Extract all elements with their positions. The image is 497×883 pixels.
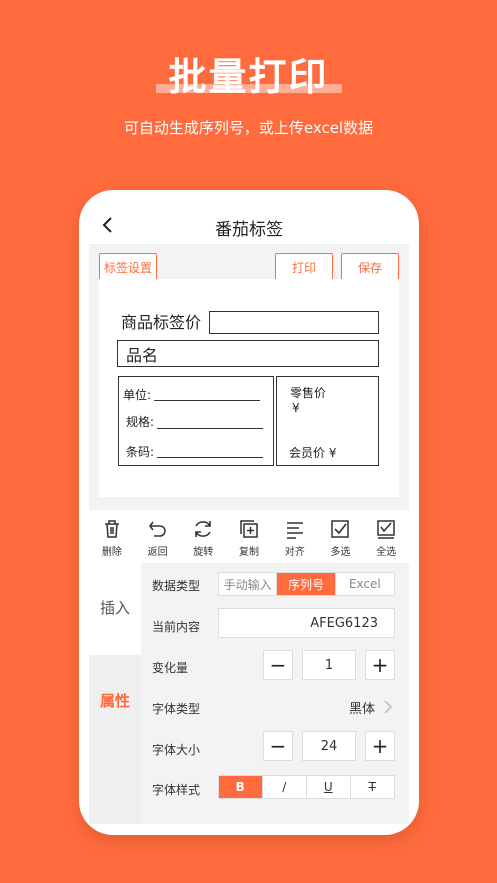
spec-line — [157, 428, 263, 429]
data-type-excel[interactable]: Excel — [336, 573, 394, 595]
data-type-label: 数据类型 — [152, 579, 201, 593]
price-title-text[interactable]: 商品标签价 — [121, 309, 201, 333]
font-size-label: 字体大小 — [152, 743, 201, 757]
undo-button[interactable]: 返回 — [135, 510, 181, 563]
font-style-bold[interactable]: B — [219, 776, 263, 798]
delete-label: 删除 — [101, 547, 122, 558]
print-button[interactable]: 打印 — [275, 253, 333, 281]
app-screen: 番茄标签 标签设置 打印 保存 商品标签价 品名 单位: 规格: 条码: 零售价… — [89, 206, 409, 824]
label-canvas[interactable]: 商品标签价 品名 单位: 规格: 条码: 零售价 ¥ 会员价 ¥ — [99, 279, 399, 497]
rotate-icon — [195, 521, 212, 537]
multi-select-button[interactable]: 多选 — [318, 510, 364, 563]
font-style-strikethrough[interactable]: T — [351, 776, 395, 798]
properties-panel: 数据类型 手动输入 序列号 Excel 当前内容 AFEG6123 变化量 − … — [141, 563, 409, 824]
increment-minus-button[interactable]: − — [263, 650, 293, 680]
font-size-minus-button[interactable]: − — [263, 731, 293, 761]
product-name-text[interactable]: 品名 — [126, 342, 158, 366]
increment-plus-button[interactable]: + — [365, 650, 395, 680]
member-price-label[interactable]: 会员价 ¥ — [289, 444, 336, 461]
select-all-icon — [377, 520, 395, 539]
checkbox-icon — [331, 520, 350, 538]
rotate-button[interactable]: 旋转 — [180, 510, 226, 563]
align-label: 对齐 — [284, 547, 305, 558]
select-all-button[interactable]: 全选 — [363, 510, 409, 563]
label-settings-button[interactable]: 标签设置 — [99, 253, 157, 281]
data-type-segmented: 手动输入 序列号 Excel — [218, 572, 395, 596]
retail-price-label[interactable]: 零售价 — [290, 384, 326, 401]
font-size-plus-button[interactable]: + — [365, 731, 395, 761]
font-style-segmented: B / U T — [218, 775, 395, 799]
increment-label: 变化量 — [152, 661, 189, 675]
phone-frame: 番茄标签 标签设置 打印 保存 商品标签价 品名 单位: 规格: 条码: 零售价… — [79, 190, 419, 835]
data-type-serial[interactable]: 序列号 — [277, 573, 336, 595]
select-all-label: 全选 — [376, 547, 397, 558]
align-button[interactable]: 对齐 — [272, 510, 318, 563]
font-type-value[interactable]: 黑体 — [349, 698, 375, 717]
font-style-italic[interactable]: / — [263, 776, 307, 798]
side-tabs: 插入 属性 — [89, 563, 141, 824]
barcode-line — [157, 457, 263, 458]
edit-toolbar: 删除 返回 旋转 复制 对齐 多选 全选 — [89, 510, 409, 563]
currency-symbol[interactable]: ¥ — [292, 401, 300, 415]
increment-value[interactable]: 1 — [302, 650, 356, 680]
navbar: 番茄标签 — [89, 206, 409, 245]
hero-title: 批量打印 — [168, 55, 329, 99]
current-content-label: 当前内容 — [152, 620, 201, 634]
save-button[interactable]: 保存 — [341, 253, 399, 281]
font-style-underline[interactable]: U — [307, 776, 351, 798]
multi-select-label: 多选 — [330, 547, 351, 558]
undo-icon — [148, 521, 166, 537]
unit-label[interactable]: 单位: — [123, 386, 151, 403]
data-type-manual[interactable]: 手动输入 — [219, 573, 278, 595]
tab-properties[interactable]: 属性 — [89, 690, 141, 711]
unit-line — [154, 400, 260, 401]
spec-label[interactable]: 规格: — [126, 413, 154, 430]
copy-button[interactable]: 复制 — [226, 510, 272, 563]
tab-insert[interactable]: 插入 — [89, 597, 141, 618]
align-icon — [286, 522, 303, 539]
copy-icon — [240, 520, 258, 538]
page-title: 番茄标签 — [215, 220, 283, 240]
price-title-box[interactable] — [209, 311, 379, 334]
chevron-right-icon[interactable] — [383, 700, 393, 714]
hero-subtitle: 可自动生成序列号，或上传excel数据 — [123, 119, 374, 137]
copy-label: 复制 — [239, 547, 260, 558]
font-size-value[interactable]: 24 — [302, 731, 356, 761]
current-content-input[interactable]: AFEG6123 — [218, 608, 395, 638]
trash-icon — [104, 520, 119, 538]
barcode-label[interactable]: 条码: — [126, 443, 154, 460]
rotate-label: 旋转 — [193, 547, 214, 558]
delete-button[interactable]: 删除 — [89, 510, 135, 563]
font-type-label: 字体类型 — [152, 702, 201, 716]
undo-label: 返回 — [147, 547, 168, 558]
font-style-label: 字体样式 — [152, 783, 201, 797]
